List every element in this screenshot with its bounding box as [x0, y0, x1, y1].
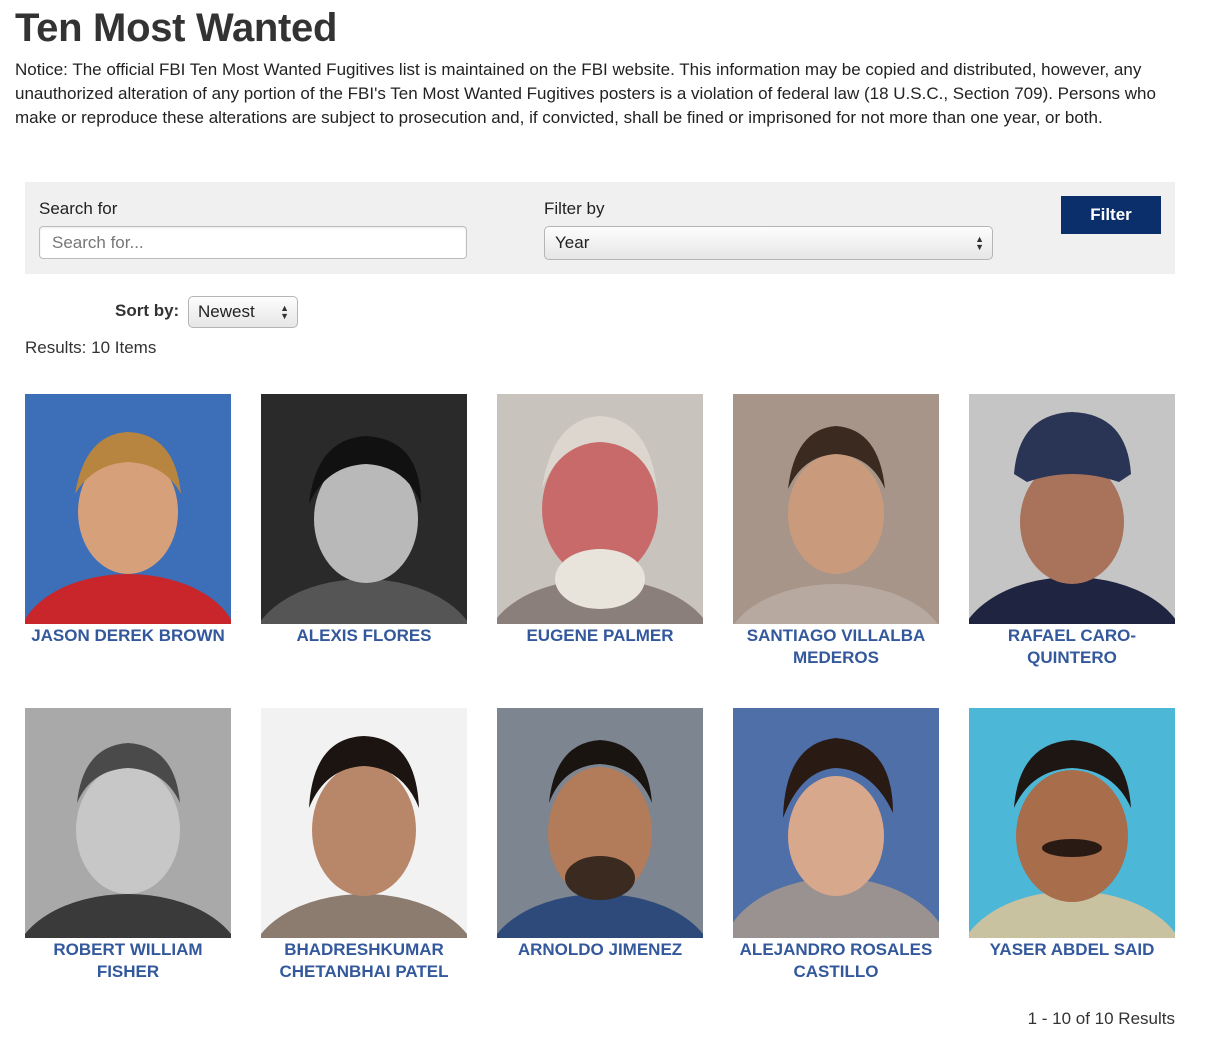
fugitive-card[interactable]: ROBERT WILLIAM FISHER — [25, 708, 231, 983]
fugitive-name[interactable]: ALEXIS FLORES — [261, 624, 467, 647]
sort-select[interactable]: Newest ▲ ▼ — [188, 296, 298, 328]
fugitive-card[interactable]: SANTIAGO VILLALBA MEDEROS — [733, 394, 939, 669]
fugitive-photo[interactable] — [497, 394, 703, 624]
fugitive-card[interactable]: ALEJANDRO ROSALES CASTILLO — [733, 708, 939, 983]
filter-year-select[interactable]: Year ▲ ▼ — [544, 226, 993, 260]
fugitive-name[interactable]: YASER ABDEL SAID — [969, 938, 1175, 961]
fugitive-photo[interactable] — [969, 394, 1175, 624]
fugitive-card[interactable]: YASER ABDEL SAID — [969, 708, 1175, 961]
filter-by-label: Filter by — [544, 199, 605, 218]
fugitive-card[interactable]: EUGENE PALMER — [497, 394, 703, 647]
fugitive-name[interactable]: ROBERT WILLIAM FISHER — [25, 938, 231, 983]
pagination-summary: 1 - 10 of 10 Results — [1027, 1009, 1175, 1028]
fugitive-name[interactable]: SANTIAGO VILLALBA MEDEROS — [733, 624, 939, 669]
select-arrows-icon: ▲ ▼ — [975, 234, 984, 252]
fugitive-photo[interactable] — [497, 708, 703, 938]
fugitive-name[interactable]: RAFAEL CARO-QUINTERO — [969, 624, 1175, 669]
search-label: Search for — [39, 199, 118, 218]
filter-button[interactable]: Filter — [1061, 196, 1161, 234]
results-count: Results: 10 Items — [25, 338, 157, 357]
fugitive-name[interactable]: EUGENE PALMER — [497, 624, 703, 647]
sort-by-label: Sort by: — [115, 301, 180, 320]
notice-text: Notice: The official FBI Ten Most Wanted… — [15, 60, 1156, 127]
select-arrows-icon: ▲ ▼ — [280, 303, 289, 321]
fugitive-card[interactable]: ALEXIS FLORES — [261, 394, 467, 647]
fugitive-photo[interactable] — [733, 708, 939, 938]
filter-year-value: Year — [555, 233, 590, 252]
filter-panel: Search for Filter by Year ▲▼ Filter — [25, 182, 1175, 274]
fugitive-name[interactable]: ALEJANDRO ROSALES CASTILLO — [733, 938, 939, 983]
page-title: Ten Most Wanted — [15, 6, 338, 50]
fugitive-card[interactable]: JASON DEREK BROWN — [25, 394, 231, 647]
page: Ten Most Wanted Notice: The official FBI… — [0, 0, 1226, 1054]
fugitive-name[interactable]: JASON DEREK BROWN — [25, 624, 231, 647]
fugitive-photo[interactable] — [25, 708, 231, 938]
fugitive-photo[interactable] — [261, 708, 467, 938]
fugitive-card[interactable]: ARNOLDO JIMENEZ — [497, 708, 703, 961]
sort-value: Newest — [198, 302, 255, 321]
fugitive-photo[interactable] — [261, 394, 467, 624]
fugitive-photo[interactable] — [969, 708, 1175, 938]
fugitive-card[interactable]: BHADRESHKUMAR CHETANBHAI PATEL — [261, 708, 467, 983]
fugitive-card[interactable]: RAFAEL CARO-QUINTERO — [969, 394, 1175, 669]
fugitive-photo[interactable] — [25, 394, 231, 624]
search-input[interactable] — [39, 226, 467, 259]
fugitive-name[interactable]: BHADRESHKUMAR CHETANBHAI PATEL — [261, 938, 467, 983]
fugitive-name[interactable]: ARNOLDO JIMENEZ — [497, 938, 703, 961]
fugitive-photo[interactable] — [733, 394, 939, 624]
